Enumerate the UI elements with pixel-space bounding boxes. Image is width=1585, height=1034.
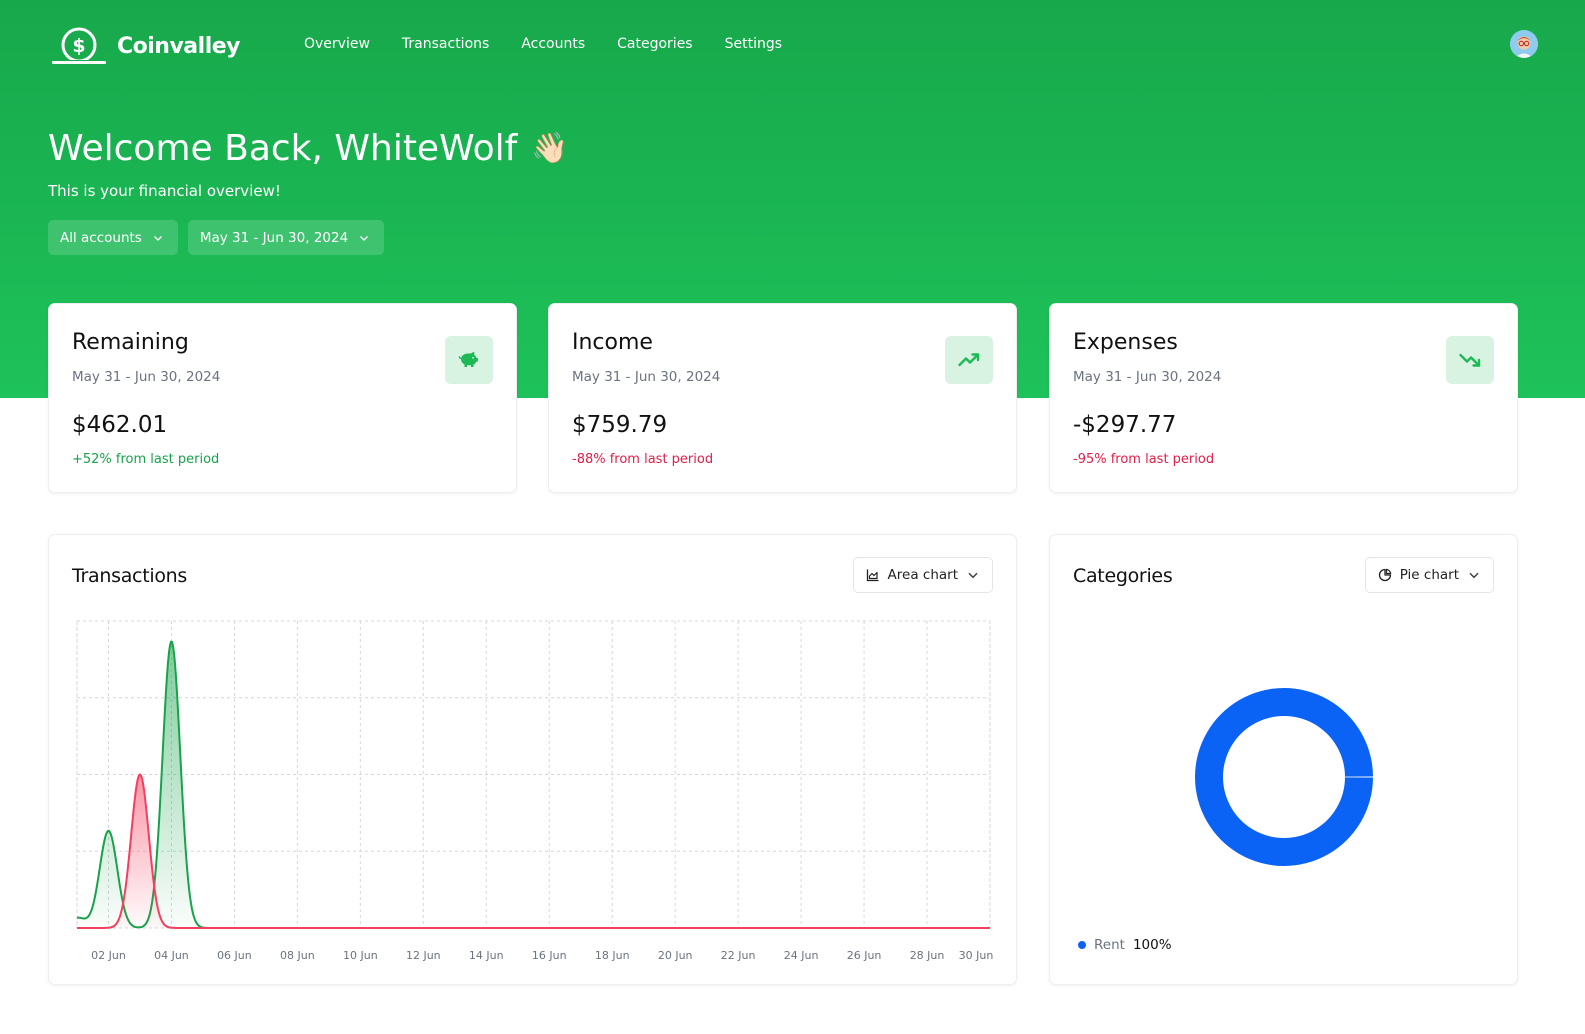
trending-down-icon [1446, 336, 1494, 384]
trending-up-icon [945, 336, 993, 384]
card-delta: -88% from last period [572, 452, 714, 467]
wave-emoji: 👋🏻 [531, 131, 569, 166]
piggy-bank-icon [445, 336, 493, 384]
date-range-label: May 31 - Jun 30, 2024 [199, 229, 349, 246]
card-range: May 31 - Jun 30, 2024 [72, 369, 221, 385]
series-line-0 [77, 640, 990, 929]
x-tick-label: 04 Jun [154, 949, 189, 962]
main-nav: Overview Transactions Accounts Categorie… [304, 36, 782, 52]
x-tick-label: 14 Jun [469, 949, 504, 962]
card-amount: -$297.77 [1073, 412, 1177, 438]
card-title: Remaining [72, 330, 189, 355]
top-navigation: $ Coinvalley Overview Transactions Accou… [52, 26, 1538, 66]
app-logo[interactable]: $ Coinvalley [52, 26, 241, 66]
app-name: Coinvalley [117, 33, 241, 59]
x-tick-label: 02 Jun [91, 949, 126, 962]
nav-transactions[interactable]: Transactions [402, 36, 489, 52]
x-tick-label: 18 Jun [595, 949, 630, 962]
donut-slice-rent[interactable] [1195, 688, 1373, 866]
chevron-down-icon [153, 235, 162, 241]
x-tick-label: 12 Jun [406, 949, 441, 962]
avatar-face-icon [1510, 30, 1538, 58]
legend-value-rent: 100% [1132, 937, 1172, 953]
chevron-down-icon [360, 235, 369, 241]
card-title: Income [572, 330, 653, 355]
x-tick-label: 30 Jun [959, 949, 994, 962]
x-tick-label: 06 Jun [217, 949, 252, 962]
card-range: May 31 - Jun 30, 2024 [572, 369, 721, 385]
nav-categories[interactable]: Categories [617, 36, 692, 52]
svg-text:$: $ [72, 35, 85, 57]
category-legend: Rent 100% [1078, 937, 1172, 953]
x-tick-label: 10 Jun [343, 949, 378, 962]
welcome-subtitle: This is your financial overview! [48, 182, 281, 200]
filter-bar: All accounts May 31 - Jun 30, 2024 [48, 220, 385, 255]
nav-accounts[interactable]: Accounts [521, 36, 585, 52]
account-filter-label: All accounts [60, 229, 142, 246]
x-tick-label: 16 Jun [532, 949, 567, 962]
legend-label-rent: Rent [1094, 937, 1125, 953]
card-amount: $462.01 [72, 412, 168, 438]
coin-logo-icon: $ [52, 27, 106, 65]
nav-overview[interactable]: Overview [304, 36, 370, 52]
transactions-area-chart: 02 Jun 04 Jun 06 Jun 08 Jun 10 Jun 12 Jun 14 J… [76, 620, 994, 962]
x-tick-label: 22 Jun [721, 949, 756, 962]
remaining-card: Remaining May 31 - Jun 30, 2024 $462.01 … [48, 303, 517, 493]
legend-dot-rent [1078, 941, 1086, 949]
x-tick-label: 24 Jun [784, 949, 819, 962]
user-avatar[interactable] [1510, 30, 1538, 58]
expenses-card: Expenses May 31 - Jun 30, 2024 -$297.77 … [1049, 303, 1518, 493]
x-tick-label: 26 Jun [847, 949, 882, 962]
categories-panel: Categories Pie chart Rent 100% [1049, 534, 1518, 985]
card-delta: +52% from last period [72, 452, 220, 467]
account-filter-dropdown[interactable]: All accounts [48, 220, 178, 255]
card-delta: -95% from last period [1073, 452, 1215, 467]
x-tick-label: 08 Jun [280, 949, 315, 962]
x-tick-label: 28 Jun [910, 949, 945, 962]
x-tick-label: 20 Jun [658, 949, 693, 962]
card-title: Expenses [1073, 330, 1178, 355]
welcome-heading-row: Welcome Back, WhiteWolf 👋🏻 [48, 128, 569, 169]
nav-settings[interactable]: Settings [725, 36, 782, 52]
card-range: May 31 - Jun 30, 2024 [1073, 369, 1222, 385]
income-card: Income May 31 - Jun 30, 2024 $759.79 -88… [548, 303, 1017, 493]
card-amount: $759.79 [572, 412, 668, 438]
categories-donut-chart [1195, 688, 1373, 866]
series-area-0 [77, 641, 990, 928]
transactions-panel: Transactions Area chart 02 Jun 04 Jun 06 J… [48, 534, 1017, 985]
welcome-title: Welcome Back, WhiteWolf [48, 128, 518, 169]
date-range-dropdown[interactable]: May 31 - Jun 30, 2024 [187, 220, 385, 255]
